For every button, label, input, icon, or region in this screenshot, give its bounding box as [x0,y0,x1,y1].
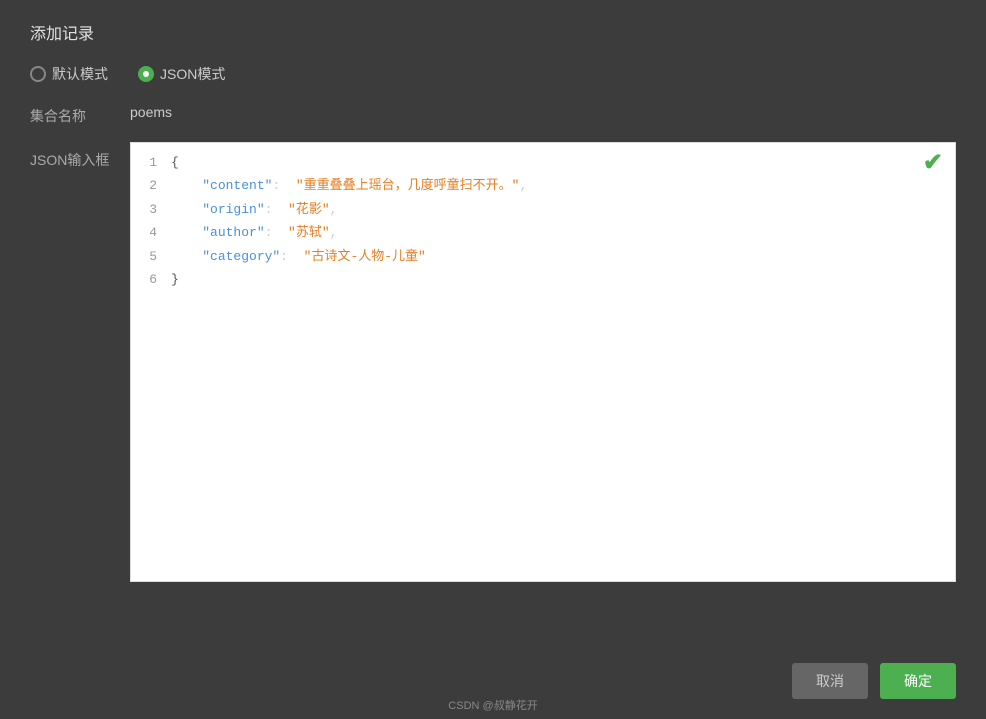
line-num-3: 3 [131,198,157,221]
add-record-dialog: 添加记录 默认模式 JSON模式 集合名称 poems JSON输入框 ✔ 1 … [0,0,986,719]
valid-checkmark-icon: ✔ [923,151,943,175]
collection-row: 集合名称 poems [30,104,956,126]
collection-label: 集合名称 [30,104,130,126]
code-area: 1 2 3 4 5 6 { "content": "重重叠叠上瑶台，几度呼童扫不… [131,143,955,299]
radio-json-circle [138,66,154,82]
collection-value: poems [130,104,172,120]
code-line-6: } [171,268,955,291]
radio-default-circle [30,66,46,82]
line-num-4: 4 [131,221,157,244]
code-line-4: "author": "苏轼", [171,221,955,244]
code-content: { "content": "重重叠叠上瑶台，几度呼童扫不开。", "origin… [167,151,955,291]
mode-default-radio[interactable]: 默认模式 [30,64,108,84]
watermark: CSDN @叔静花开 [448,697,537,713]
line-numbers: 1 2 3 4 5 6 [131,151,167,291]
mode-json-radio[interactable]: JSON模式 [138,64,225,84]
line-num-6: 6 [131,268,157,291]
mode-row: 默认模式 JSON模式 [30,64,956,84]
footer-buttons: 取消 确定 [792,663,956,699]
confirm-button[interactable]: 确定 [880,663,956,699]
json-editor-label: JSON输入框 [30,142,130,170]
code-line-5: "category": "古诗文-人物-儿童" [171,245,955,268]
dialog-title: 添加记录 [30,20,956,44]
code-line-1: { [171,151,955,174]
json-editor-container: JSON输入框 ✔ 1 2 3 4 5 6 { "content": "重重叠叠… [30,142,956,699]
line-num-5: 5 [131,245,157,268]
mode-json-label: JSON模式 [160,64,225,84]
cancel-button[interactable]: 取消 [792,663,868,699]
code-line-2: "content": "重重叠叠上瑶台，几度呼童扫不开。", [171,174,955,197]
line-num-2: 2 [131,174,157,197]
line-num-1: 1 [131,151,157,174]
json-editor-wrapper[interactable]: ✔ 1 2 3 4 5 6 { "content": "重重叠叠上瑶台，几度呼童… [130,142,956,582]
code-line-3: "origin": "花影", [171,198,955,221]
mode-default-label: 默认模式 [52,64,108,84]
